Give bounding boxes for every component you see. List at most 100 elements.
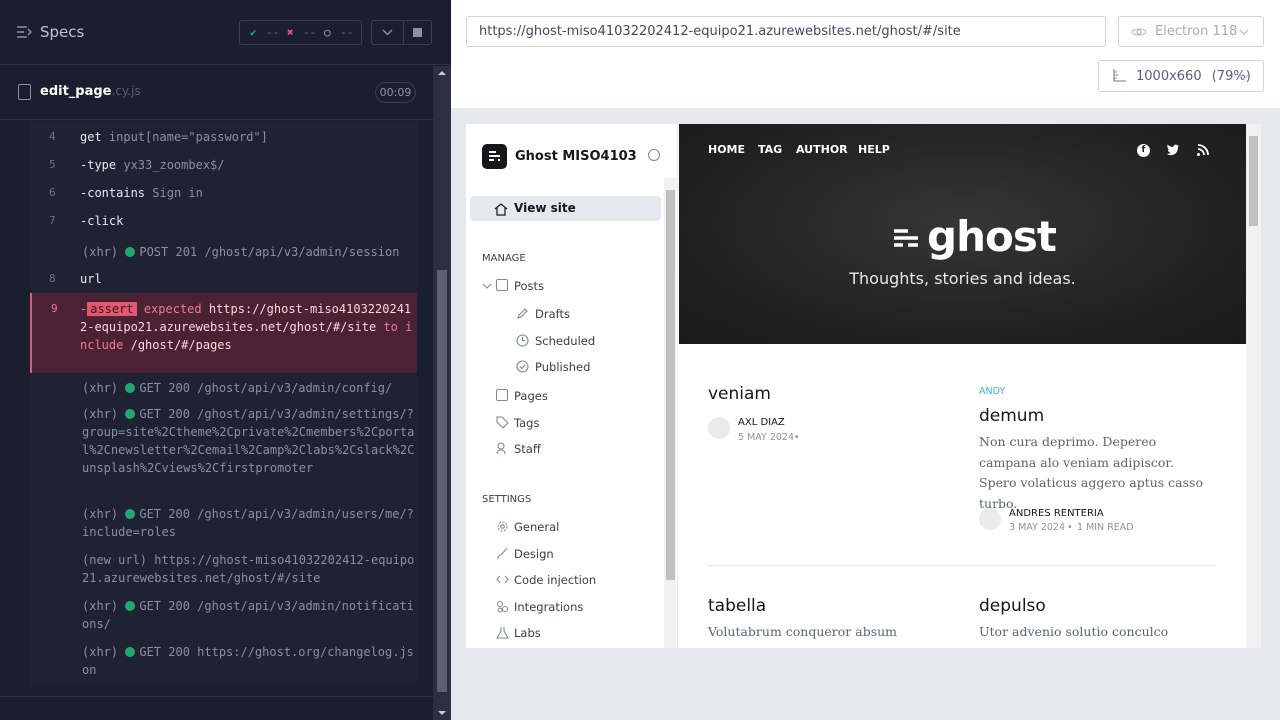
xhr-row[interactable]: (xhr) GET 200 /ghost/api/v3/admin/users/… bbox=[30, 503, 417, 549]
feed-divider bbox=[708, 565, 1216, 566]
command-number: 7 bbox=[49, 214, 56, 227]
sidebar-scrollbar-thumb[interactable] bbox=[666, 190, 675, 580]
command-row[interactable]: 4 get input[name="password"] bbox=[30, 121, 417, 149]
xhr-label: (xhr) bbox=[82, 645, 119, 659]
specs-title[interactable]: Specs bbox=[40, 23, 84, 41]
command-number: 6 bbox=[49, 186, 56, 199]
post-title[interactable]: depulso bbox=[979, 596, 1046, 616]
new-url-row[interactable]: (new url) https://ghost-miso41032202412-… bbox=[30, 549, 417, 595]
nav-pages[interactable]: Pages bbox=[514, 389, 548, 403]
nav-author[interactable]: AUTHOR bbox=[796, 143, 848, 156]
spec-file-row: edit_page.cy.js 00:09 bbox=[0, 66, 433, 120]
stop-button[interactable] bbox=[404, 20, 432, 45]
pending-count: -- bbox=[340, 26, 354, 39]
nav-labs[interactable]: Labs bbox=[514, 626, 541, 640]
nav-scheduled[interactable]: Scheduled bbox=[535, 334, 595, 348]
duration-badge: 00:09 bbox=[375, 82, 416, 103]
ruler-icon bbox=[1113, 69, 1126, 82]
facebook-icon[interactable]: f bbox=[1137, 144, 1150, 157]
search-icon[interactable] bbox=[648, 149, 660, 161]
post-excerpt: Utor advenio solutio conculco bbox=[979, 624, 1169, 639]
command-row[interactable]: 8 url bbox=[30, 263, 417, 293]
xhr-label: (xhr) bbox=[82, 507, 119, 521]
spec-file-name[interactable]: edit_page.cy.js bbox=[40, 84, 141, 99]
scrollbar-thumb[interactable] bbox=[437, 270, 447, 692]
nav-tags[interactable]: Tags bbox=[514, 416, 539, 430]
xhr-row[interactable]: (xhr) GET 200 /ghost/api/v3/admin/notifi… bbox=[30, 595, 417, 641]
post-title[interactable]: tabella bbox=[708, 596, 766, 616]
viewport-size: 1000x660 bbox=[1136, 69, 1202, 84]
command-name: -contains bbox=[80, 186, 146, 200]
admin-site-name[interactable]: Ghost MISO4103 E... bbox=[515, 149, 639, 164]
nav-posts[interactable]: Posts bbox=[514, 279, 544, 293]
command-name: -click bbox=[80, 214, 124, 228]
nav-help[interactable]: HELP bbox=[858, 143, 890, 156]
post-feed: veniam AXL DIAZ 5 MAY 2024 • ANDY demum … bbox=[679, 344, 1246, 648]
integrations-icon bbox=[496, 600, 509, 613]
rss-icon[interactable] bbox=[1196, 144, 1209, 157]
post-tag[interactable]: ANDY bbox=[979, 386, 1005, 397]
posts-icon bbox=[496, 279, 508, 291]
browser-select[interactable]: Electron 118 bbox=[1118, 16, 1264, 47]
passed-count: -- bbox=[266, 26, 280, 39]
site-logo[interactable] bbox=[482, 144, 507, 169]
chevron-down-icon[interactable] bbox=[482, 281, 492, 291]
assert-badge: assert bbox=[87, 302, 137, 316]
ghost-logo-icon bbox=[894, 229, 918, 247]
command-row[interactable]: 5 -type yx33_zoombex$/ bbox=[30, 149, 417, 177]
stop-icon bbox=[413, 28, 422, 37]
nav-code-injection[interactable]: Code injection bbox=[514, 573, 596, 587]
nav-published[interactable]: Published bbox=[535, 360, 590, 374]
site-logo-word[interactable]: ghost bbox=[927, 212, 1057, 261]
view-site-item[interactable]: View site bbox=[470, 196, 661, 221]
xhr-row[interactable]: (xhr) GET 200 /ghost/api/v3/admin/config… bbox=[30, 373, 417, 403]
failed-assert-row[interactable]: 9 - assert expected https://ghost-miso410… bbox=[30, 293, 417, 373]
chevron-down-icon bbox=[1239, 74, 1249, 80]
assert-expected-word: expected bbox=[143, 302, 202, 316]
pending-icon: ○ bbox=[324, 26, 331, 39]
command-row[interactable]: 6 -contains Sign in bbox=[30, 177, 417, 205]
nav-home[interactable]: HOME bbox=[708, 143, 745, 156]
post-title[interactable]: veniam bbox=[708, 384, 771, 404]
nav-tag[interactable]: TAG bbox=[758, 143, 782, 156]
viewport-select[interactable]: 1000x660 (79%) bbox=[1098, 60, 1264, 92]
xhr-url: GET 200 /ghost/api/v3/admin/config/ bbox=[139, 381, 393, 395]
status-dot bbox=[125, 247, 136, 257]
command-name: -type bbox=[80, 158, 117, 172]
url-bar[interactable]: https://ghost-miso41032202412-equipo21.a… bbox=[466, 16, 1106, 47]
nav-drafts[interactable]: Drafts bbox=[535, 307, 570, 321]
specs-list-icon[interactable] bbox=[16, 25, 32, 39]
xhr-label: (xhr) bbox=[82, 599, 119, 613]
nav-general[interactable]: General bbox=[514, 520, 559, 534]
assert-to-word: to bbox=[383, 320, 398, 334]
collapse-all-button[interactable] bbox=[371, 20, 404, 45]
pen-icon bbox=[517, 308, 528, 319]
twitter-icon[interactable] bbox=[1166, 144, 1180, 157]
frame-scrollbar-thumb[interactable] bbox=[1249, 136, 1258, 226]
meta-separator: • bbox=[794, 432, 800, 443]
runner-header: Specs ✔ -- ✖ -- ○ -- bbox=[0, 0, 451, 65]
scroll-down-icon[interactable] bbox=[433, 706, 451, 720]
post-author[interactable]: ANDRES RENTERIA bbox=[1009, 508, 1104, 519]
scroll-up-icon[interactable] bbox=[433, 66, 451, 80]
xhr-row[interactable]: (xhr) GET 200 https://ghost.org/changelo… bbox=[30, 641, 417, 685]
nav-staff[interactable]: Staff bbox=[514, 442, 541, 456]
aut-header: https://ghost-miso41032202412-equipo21.a… bbox=[451, 0, 1280, 108]
xhr-row[interactable]: (xhr) POST 201 /ghost/api/v3/admin/sessi… bbox=[30, 233, 417, 263]
post-title[interactable]: demum bbox=[979, 406, 1044, 426]
command-row[interactable]: 7 -click bbox=[30, 205, 417, 233]
check-circle-icon bbox=[516, 360, 529, 373]
avatar bbox=[979, 508, 1001, 530]
xhr-row[interactable]: (xhr) GET 200 /ghost/api/v3/admin/settin… bbox=[30, 403, 417, 503]
failed-icon: ✖ bbox=[287, 26, 294, 39]
status-dot bbox=[125, 409, 136, 419]
nav-integrations[interactable]: Integrations bbox=[514, 600, 583, 614]
post-author[interactable]: AXL DIAZ bbox=[738, 417, 785, 428]
xhr-label: (xhr) bbox=[82, 245, 119, 259]
nav-design[interactable]: Design bbox=[514, 547, 554, 561]
site-preview: HOME TAG AUTHOR HELP f ghost Thoughts, s… bbox=[679, 124, 1246, 648]
xhr-url: POST 201 /ghost/api/v3/admin/session bbox=[139, 245, 400, 259]
runner-footer bbox=[0, 696, 433, 720]
home-icon bbox=[494, 203, 508, 216]
chevron-down-icon bbox=[1239, 29, 1249, 35]
